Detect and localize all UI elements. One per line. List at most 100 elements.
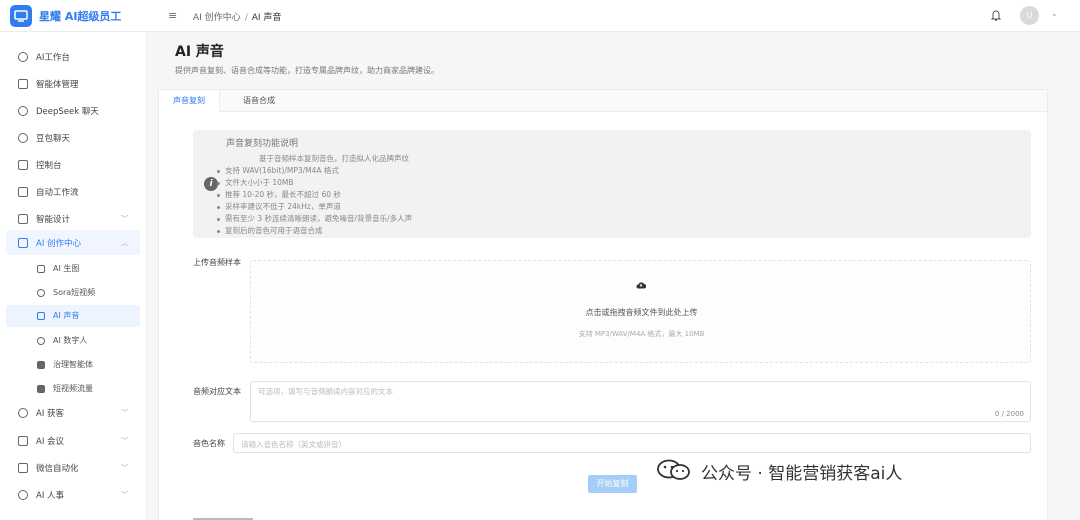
- input-placeholder: 请输入音色名称（英文或拼音）: [241, 440, 346, 449]
- chat-icon: [18, 132, 28, 143]
- sidebar-item-label: AI 会议: [36, 436, 65, 447]
- sidebar-item-auto-workflow[interactable]: 自动工作流: [6, 179, 140, 204]
- sidebar-subitem-ai-digital-human[interactable]: AI 数字人: [6, 330, 140, 352]
- info-list: 基于音频样本复刻音色，打造拟人化品牌声纹 支持 WAV(16bit)/MP3/M…: [217, 153, 412, 237]
- info-line: 复刻后的音色可用于语音合成: [217, 225, 412, 237]
- breadcrumb: AI 创作中心 / AI 声音: [193, 13, 282, 23]
- char-count: 0 / 2000: [994, 410, 1024, 418]
- sidebar-item-ai-workbench[interactable]: AI工作台: [6, 44, 140, 69]
- sidebar-item-label: AI 创作中心: [36, 238, 82, 249]
- sidebar-subitem-label: AI 数字人: [53, 336, 88, 345]
- info-line: 推荐 10-20 秒，最长不超过 60 秒: [217, 189, 412, 201]
- tab-speech-synthesis[interactable]: 语音合成: [229, 90, 289, 112]
- textarea-placeholder: 可选项，填写与音频朗读内容对应的文本: [258, 387, 393, 396]
- mic-icon: [18, 435, 28, 446]
- design-icon: [18, 213, 28, 224]
- app-logo-icon: [10, 5, 32, 27]
- sidebar-item-label: AI 获客: [36, 408, 65, 419]
- image-icon: [37, 265, 45, 273]
- audio-upload-dropzone[interactable]: 点击或拖拽音频文件到此处上传 支持 MP3/WAV/M4A 格式，最大 10MB: [250, 260, 1031, 363]
- sidebar-item-smart-design[interactable]: 智能设计 ﹀: [6, 206, 140, 231]
- sidebar-item-ai-creation-center[interactable]: AI 创作中心 ︿: [6, 230, 140, 255]
- info-title: 声音复刻功能说明: [226, 139, 299, 149]
- breadcrumb-current: AI 声音: [251, 13, 282, 23]
- avatar[interactable]: U: [1020, 6, 1039, 25]
- voice-name-label: 音色名称: [193, 439, 225, 448]
- upload-label: 上传音频样本: [193, 258, 241, 267]
- tab-voice-clone[interactable]: 声音复刻: [159, 90, 220, 112]
- top-header: 星耀 AI超级员工 ≡ AI 创作中心 / AI 声音 U ⌄: [0, 0, 1080, 32]
- chevron-down-icon: ﹀: [121, 408, 128, 417]
- play-icon: [37, 289, 45, 297]
- sidebar-subitem-governance-agent[interactable]: 治理智能体: [6, 354, 140, 376]
- app-title: 星耀 AI超级员工: [39, 10, 122, 23]
- film-icon: [37, 385, 45, 393]
- video-icon: [18, 237, 28, 248]
- chevron-down-icon: ﹀: [121, 490, 128, 499]
- info-panel: i 声音复刻功能说明 基于音频样本复刻音色，打造拟人化品牌声纹 支持 WAV(1…: [193, 130, 1031, 238]
- sidebar-subitem-short-video-traffic[interactable]: 短视频流量: [6, 378, 140, 400]
- page-title: AI 声音: [175, 44, 224, 60]
- sidebar-subitem-label: 治理智能体: [53, 360, 93, 369]
- sidebar-item-label: DeepSeek 聊天: [36, 106, 99, 117]
- user-icon: [37, 337, 45, 345]
- grid-icon: [37, 361, 45, 369]
- sidebar-subitem-ai-image[interactable]: AI 生图: [6, 258, 140, 280]
- sidebar-item-label: 自动工作流: [36, 187, 79, 198]
- sidebar-subitem-label: AI 声音: [53, 311, 80, 320]
- audio-text-textarea[interactable]: 可选项，填写与音频朗读内容对应的文本 0 / 2000: [250, 381, 1031, 422]
- start-clone-button[interactable]: 开始复刻: [588, 475, 637, 493]
- sidebar-item-label: 豆包聊天: [36, 133, 71, 144]
- sidebar-item-label: 微信自动化: [36, 463, 79, 474]
- workflow-icon: [18, 186, 28, 197]
- voice-name-input[interactable]: 请输入音色名称（英文或拼音）: [233, 433, 1031, 453]
- sidebar-subitem-ai-voice[interactable]: AI 声音: [6, 305, 140, 327]
- chevron-down-icon: ﹀: [121, 436, 128, 445]
- sidebar-item-console[interactable]: 控制台: [6, 152, 140, 177]
- info-line: 基于音频样本复刻音色，打造拟人化品牌声纹: [259, 154, 409, 163]
- upload-text: 点击或拖拽音频文件到此处上传: [585, 308, 698, 317]
- sidebar: AI工作台 智能体管理 DeepSeek 聊天 豆包聊天 控制台 自动工作流 智…: [0, 32, 147, 520]
- sidebar-item-doubao-chat[interactable]: 豆包聊天: [6, 125, 140, 150]
- sidebar-item-wechat-automation[interactable]: 微信自动化 ﹀: [6, 455, 140, 480]
- watermark-text: 公众号 · 智能营销获客ai人: [701, 464, 903, 484]
- wechat-icon: [657, 459, 690, 480]
- target-icon: [18, 407, 28, 418]
- info-line: 支持 WAV(16bit)/MP3/M4A 格式: [217, 165, 412, 177]
- chevron-down-icon: ﹀: [121, 214, 128, 223]
- info-icon: i: [204, 177, 218, 191]
- chevron-up-icon: ︿: [121, 238, 128, 247]
- sidebar-item-label: 智能设计: [36, 214, 71, 225]
- page-description: 提供声音复刻、语音合成等功能，打造专属品牌声纹，助力商家品牌建设。: [175, 66, 439, 75]
- chat-icon: [18, 105, 28, 116]
- sidebar-item-label: 控制台: [36, 160, 62, 171]
- sidebar-item-agent-management[interactable]: 智能体管理: [6, 71, 140, 96]
- sidebar-subitem-label: 短视频流量: [53, 384, 93, 393]
- sidebar-subitem-label: AI 生图: [53, 264, 80, 273]
- sidebar-item-ai-hr[interactable]: AI 人事 ﹀: [6, 482, 140, 507]
- hamburger-icon[interactable]: ≡: [168, 9, 177, 22]
- sidebar-item-label: 智能体管理: [36, 79, 79, 90]
- sidebar-subitem-sora-video[interactable]: Sora短视频: [6, 282, 140, 304]
- sidebar-item-label: AI 人事: [36, 490, 65, 501]
- bell-icon[interactable]: [991, 9, 1001, 21]
- text-label: 音频对应文本: [193, 387, 241, 396]
- chevron-down-icon[interactable]: ⌄: [1051, 9, 1058, 18]
- monitor-icon: [18, 159, 28, 170]
- info-line: 文件大小小于 10MB: [217, 177, 412, 189]
- user-icon: [18, 489, 28, 500]
- voice-clone-card: 声音复刻 语音合成 i 声音复刻功能说明 基于音频样本复刻音色，打造拟人化品牌声…: [158, 89, 1048, 520]
- sidebar-subitem-label: Sora短视频: [53, 288, 96, 297]
- sidebar-item-ai-acquisition[interactable]: AI 获客 ﹀: [6, 400, 140, 425]
- chevron-down-icon: ﹀: [121, 463, 128, 472]
- tab-bar: 声音复刻 语音合成: [159, 90, 1047, 112]
- sidebar-item-label: AI工作台: [36, 52, 70, 63]
- cloud-upload-icon: [636, 282, 646, 289]
- sidebar-item-deepseek-chat[interactable]: DeepSeek 聊天: [6, 98, 140, 123]
- upload-hint: 支持 MP3/WAV/M4A 格式，最大 10MB: [578, 330, 705, 338]
- wechat-icon: [18, 462, 28, 473]
- info-line: 需有至少 3 秒连续清晰朗读，避免噪音/背景音乐/多人声: [217, 213, 412, 225]
- sidebar-item-ai-meeting[interactable]: AI 会议 ﹀: [6, 428, 140, 453]
- breadcrumb-item[interactable]: AI 创作中心: [193, 13, 241, 23]
- list-icon: [18, 78, 28, 89]
